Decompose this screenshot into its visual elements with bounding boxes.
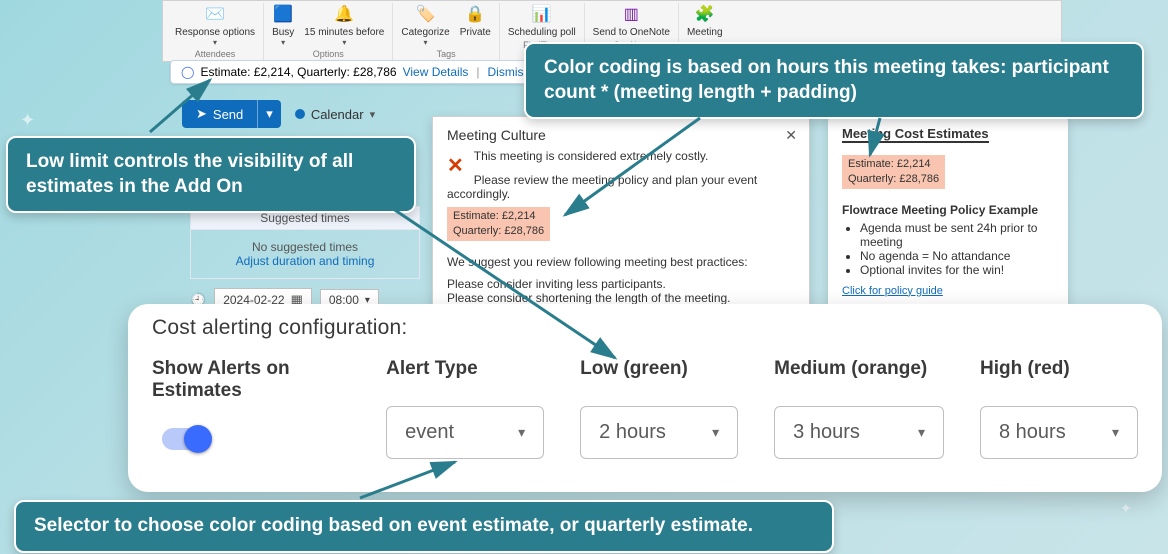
reminder-button[interactable]: 🔔 15 minutes before ▾: [304, 3, 384, 47]
estimate-line1: Estimate: £2,214: [453, 209, 544, 224]
adjust-duration-link[interactable]: Adjust duration and timing: [201, 254, 409, 268]
separator: |: [476, 65, 479, 79]
reminder-label: 15 minutes before: [304, 27, 384, 38]
low-threshold-label: Low (green): [580, 358, 738, 380]
alert-type-label: Alert Type: [386, 358, 544, 380]
meeting-culture-tip2: Please consider shortening the length of…: [447, 291, 795, 305]
low-threshold-value: 2 hours: [599, 421, 666, 444]
show-as-busy-button[interactable]: 🟦 Busy ▾: [272, 3, 294, 47]
busy-label: Busy: [272, 27, 294, 38]
show-alerts-toggle[interactable]: [162, 428, 210, 450]
estimate-badge: Estimate: £2,214 Quarterly: £28,786: [447, 207, 550, 241]
categorize-button[interactable]: 🏷️ Categorize ▾: [401, 3, 449, 47]
response-options-button[interactable]: ✉️ Response options ▾: [175, 3, 255, 47]
high-threshold-select[interactable]: 8 hours ▾: [980, 406, 1138, 459]
warning-x-icon: ✕: [447, 153, 464, 178]
chevron-down-icon: ▾: [918, 424, 925, 441]
medium-threshold-label: Medium (orange): [774, 358, 944, 380]
estimate-line2: Quarterly: £28,786: [453, 224, 544, 239]
private-button[interactable]: 🔒 Private: [460, 3, 491, 47]
suggested-times-panel: Suggested times No suggested times Adjus…: [190, 206, 420, 279]
busy-icon: 🟦: [272, 3, 294, 25]
chevron-down-icon: ▾: [213, 38, 217, 47]
high-threshold-value: 8 hours: [999, 421, 1066, 444]
category-icon: 🏷️: [415, 3, 437, 25]
policy-bullet: Optional invites for the win!: [860, 263, 1054, 277]
categorize-label: Categorize: [401, 27, 449, 38]
calendar-color-dot: [295, 109, 305, 119]
private-label: Private: [460, 27, 491, 38]
send-to-onenote-button[interactable]: ▥ Send to OneNote: [593, 3, 670, 38]
response-options-label: Response options: [175, 27, 255, 38]
calendar-selector[interactable]: Calendar ▾: [295, 107, 375, 122]
send-icon: ➤: [196, 106, 207, 122]
policy-estimate-line1: Estimate: £2,214: [848, 157, 939, 172]
bell-icon: 🔔: [333, 3, 355, 25]
chevron-down-icon: ▾: [266, 106, 273, 121]
show-alerts-label: Show Alerts on Estimates: [152, 358, 350, 402]
policy-subtitle: Flowtrace Meeting Policy Example: [842, 203, 1054, 217]
meeting-culture-line2: Please review the meeting policy and pla…: [447, 173, 795, 201]
estimate-badge: Estimate: £2,214 Quarterly: £28,786: [842, 155, 945, 189]
cost-alerting-config-card: Cost alerting configuration: Show Alerts…: [128, 304, 1162, 492]
policy-panel: Meeting Cost Estimates Estimate: £2,214 …: [828, 116, 1068, 310]
callout-selector: Selector to choose color coding based on…: [14, 500, 834, 553]
ribbon-group-label: Options: [313, 47, 344, 61]
low-threshold-select[interactable]: 2 hours ▾: [580, 406, 738, 459]
estimate-inline-bar: ◯ Estimate: £2,214, Quarterly: £28,786 V…: [170, 60, 541, 84]
meeting-icon: 🧩: [694, 3, 716, 25]
ribbon-group-label: Tags: [437, 47, 456, 61]
send-label: Send: [213, 107, 243, 122]
policy-estimate-line2: Quarterly: £28,786: [848, 172, 939, 187]
config-title: Cost alerting configuration:: [152, 316, 1138, 340]
meeting-culture-panel: Meeting Culture ✕ ✕ This meeting is cons…: [432, 116, 810, 310]
meeting-addon-button[interactable]: 🧩 Meeting: [687, 3, 723, 38]
policy-guide-link[interactable]: Click for policy guide: [842, 285, 943, 297]
poll-icon: 📊: [531, 3, 553, 25]
close-icon[interactable]: ✕: [785, 127, 797, 144]
policy-bullet: No agenda = No attandance: [860, 249, 1054, 263]
toggle-knob: [184, 425, 212, 453]
view-details-link[interactable]: View Details: [403, 65, 469, 79]
policy-bullets: Agenda must be sent 24h prior to meeting…: [842, 221, 1054, 277]
policy-title: Meeting Cost Estimates: [842, 126, 989, 143]
alert-type-value: event: [405, 421, 454, 444]
chevron-down-icon: ▾: [712, 424, 719, 441]
medium-threshold-select[interactable]: 3 hours ▾: [774, 406, 944, 459]
medium-threshold-value: 3 hours: [793, 421, 860, 444]
send-to-onenote-label: Send to OneNote: [593, 27, 670, 38]
chevron-down-icon: ▾: [370, 108, 376, 121]
mail-reply-icon: ✉️: [204, 3, 226, 25]
ribbon-group-label: Attendees: [195, 47, 236, 61]
scheduling-poll-label: Scheduling poll: [508, 27, 576, 38]
chevron-down-icon: ▾: [518, 424, 525, 441]
send-button[interactable]: ➤ Send ▾: [182, 100, 281, 128]
callout-low-limit: Low limit controls the visibility of all…: [6, 136, 416, 213]
chevron-down-icon: ▾: [424, 38, 428, 47]
no-suggested-times-text: No suggested times: [201, 240, 409, 254]
chevron-down-icon: ▾: [281, 38, 285, 47]
scheduling-poll-button[interactable]: 📊 Scheduling poll: [508, 3, 576, 38]
policy-bullet: Agenda must be sent 24h prior to meeting: [860, 221, 1054, 249]
flow-icon: ◯: [181, 65, 194, 79]
estimate-text: Estimate: £2,214, Quarterly: £28,786: [200, 65, 396, 79]
callout-color-coding: Color coding is based on hours this meet…: [524, 42, 1144, 119]
chevron-down-icon: ▾: [342, 38, 346, 47]
alert-type-select[interactable]: event ▾: [386, 406, 544, 459]
onenote-icon: ▥: [620, 3, 642, 25]
meeting-culture-line1: This meeting is considered extremely cos…: [447, 149, 795, 163]
chevron-down-icon: ▾: [1112, 424, 1119, 441]
meeting-label: Meeting: [687, 27, 723, 38]
meeting-culture-title: Meeting Culture: [447, 127, 795, 143]
lock-icon: 🔒: [464, 3, 486, 25]
high-threshold-label: High (red): [980, 358, 1138, 380]
meeting-culture-suggest: We suggest you review following meeting …: [447, 255, 795, 269]
meeting-culture-tip1: Please consider inviting less participan…: [447, 277, 795, 291]
send-dropdown[interactable]: ▾: [257, 100, 281, 128]
calendar-label: Calendar: [311, 107, 364, 122]
